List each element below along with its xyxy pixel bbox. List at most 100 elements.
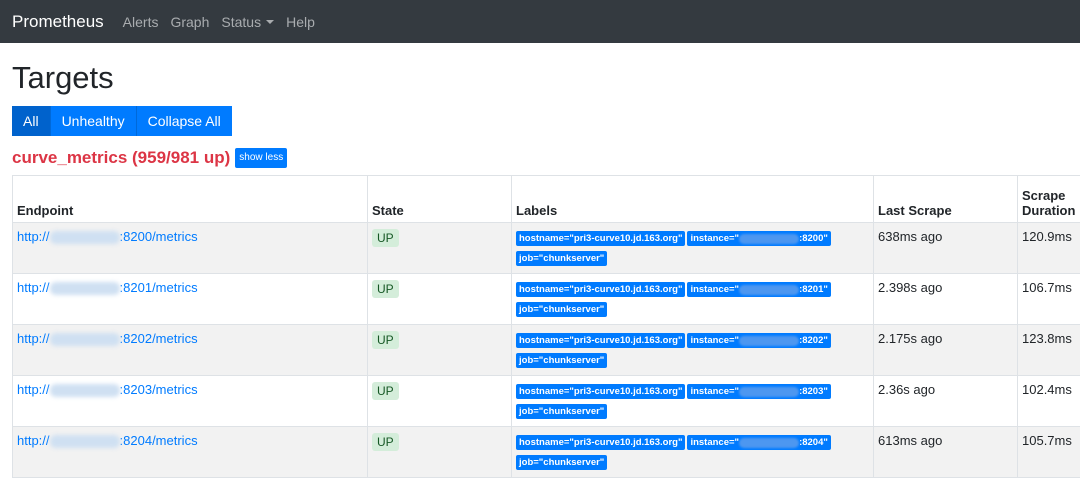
nav-status[interactable]: Status — [221, 14, 274, 30]
endpoint-link[interactable]: http:// :8200/metrics — [17, 229, 198, 244]
redacted-instance — [739, 387, 799, 397]
endpoint-prefix: http:// — [17, 331, 50, 346]
labels-cell: hostname="pri3-curve10.jd.163.org"instan… — [512, 274, 874, 325]
label-instance: instance=" :8200" — [687, 231, 830, 246]
table-header-row: Endpoint State Labels Last Scrape Scrape… — [13, 176, 1080, 223]
label-instance: instance=":8202" — [687, 333, 830, 348]
endpoint-cell: http://:8203/metrics — [13, 376, 368, 427]
last-scrape-cell: 2.398s ago — [874, 274, 1018, 325]
endpoint-link[interactable]: http://:8201/metrics — [17, 280, 198, 295]
header-scrape-duration: ScrapeDuration — [1018, 176, 1080, 223]
label-hostname: hostname="pri3-curve10.jd.163.org" — [516, 384, 685, 399]
redacted-instance — [739, 285, 799, 295]
duration-cell: 105.7ms — [1018, 427, 1080, 478]
show-less-button[interactable]: show less — [235, 148, 287, 168]
targets-table: Endpoint State Labels Last Scrape Scrape… — [12, 175, 1080, 478]
label-job: job="chunkserver" — [516, 353, 607, 368]
nav-alerts[interactable]: Alerts — [123, 14, 159, 30]
top-navbar: Prometheus Alerts Graph Status Help — [0, 0, 1080, 43]
labels-cell: hostname="pri3-curve10.jd.163.org"instan… — [512, 325, 874, 376]
duration-cell: 102.4ms — [1018, 376, 1080, 427]
table-row: http://:8203/metrics UP hostname="pri3-c… — [13, 376, 1080, 427]
header-state: State — [368, 176, 512, 223]
duration-cell: 123.8ms — [1018, 325, 1080, 376]
redacted-instance — [739, 234, 799, 244]
filter-unhealthy-button[interactable]: Unhealthy — [51, 106, 137, 136]
table-row: http://:8201/metrics UP hostname="pri3-c… — [13, 274, 1080, 325]
endpoint-cell: http:// :8202/metrics — [13, 325, 368, 376]
brand-logo[interactable]: Prometheus — [12, 12, 104, 32]
status-badge: UP — [372, 331, 399, 349]
label-instance-prefix: instance=" — [690, 335, 739, 346]
label-instance-suffix: :8203" — [799, 386, 828, 397]
label-instance-suffix: :8200" — [799, 233, 828, 244]
nav-help[interactable]: Help — [286, 14, 315, 30]
nav-graph[interactable]: Graph — [170, 14, 209, 30]
label-instance: instance=" :8203" — [687, 384, 830, 399]
label-instance: instance=" :8204" — [687, 435, 830, 450]
redacted-ip — [50, 384, 120, 397]
label-instance: instance=":8201" — [687, 282, 830, 297]
collapse-all-button[interactable]: Collapse All — [137, 106, 232, 136]
labels-cell: hostname="pri3-curve10.jd.163.org"instan… — [512, 376, 874, 427]
label-job: job="chunkserver" — [516, 404, 607, 419]
endpoint-link[interactable]: http://:8204/metrics — [17, 433, 198, 448]
duration-cell: 106.7ms — [1018, 274, 1080, 325]
label-instance-suffix: :8204" — [799, 437, 828, 448]
duration-cell: 120.9ms — [1018, 223, 1080, 274]
state-cell: UP — [368, 376, 512, 427]
redacted-ip — [50, 231, 120, 244]
last-scrape-cell: 638ms ago — [874, 223, 1018, 274]
endpoint-suffix: :8200/metrics — [120, 229, 198, 244]
label-instance-prefix: instance=" — [690, 437, 739, 448]
label-instance-prefix: instance=" — [690, 386, 739, 397]
header-scrape-duration-line1: Scrape — [1022, 188, 1065, 203]
page-title: Targets — [12, 59, 1068, 96]
redacted-instance — [739, 438, 799, 448]
endpoint-prefix: http:// — [17, 229, 50, 244]
header-labels: Labels — [512, 176, 874, 223]
state-cell: UP — [368, 223, 512, 274]
redacted-ip — [50, 435, 120, 448]
endpoint-cell: http:// :8200/metrics — [13, 223, 368, 274]
last-scrape-cell: 2.36s ago — [874, 376, 1018, 427]
job-title[interactable]: curve_metrics (959/981 up) — [12, 148, 230, 168]
endpoint-suffix: :8201/metrics — [120, 280, 198, 295]
status-badge: UP — [372, 229, 399, 247]
endpoint-link[interactable]: http:// :8202/metrics — [17, 331, 198, 346]
label-job: job="chunkserver" — [516, 455, 607, 470]
nav-status-label: Status — [221, 14, 261, 30]
label-hostname: hostname="pri3-curve10.jd.163.org" — [516, 231, 685, 246]
endpoint-prefix: http:// — [17, 382, 50, 397]
label-hostname: hostname="pri3-curve10.jd.163.org" — [516, 333, 685, 348]
job-header: curve_metrics (959/981 up) show less — [12, 148, 1068, 168]
main-content: Targets All Unhealthy Collapse All curve… — [0, 59, 1080, 478]
endpoint-link[interactable]: http://:8203/metrics — [17, 382, 198, 397]
state-cell: UP — [368, 427, 512, 478]
endpoint-suffix: :8202/metrics — [120, 331, 198, 346]
redacted-ip — [50, 333, 120, 346]
filter-all-button[interactable]: All — [12, 106, 51, 136]
label-instance-suffix: :8201" — [799, 284, 828, 295]
endpoint-suffix: :8204/metrics — [120, 433, 198, 448]
filter-button-group: All Unhealthy Collapse All — [12, 106, 232, 136]
chevron-down-icon — [266, 20, 274, 24]
label-job: job="chunkserver" — [516, 302, 607, 317]
header-scrape-duration-line2: Duration — [1022, 203, 1075, 218]
table-row: http:// :8200/metrics UP hostname="pri3-c… — [13, 223, 1080, 274]
label-instance-prefix: instance=" — [690, 233, 739, 244]
label-job: job="chunkserver" — [516, 251, 607, 266]
labels-cell: hostname="pri3-curve10.jd.163.org"instan… — [512, 223, 874, 274]
last-scrape-cell: 613ms ago — [874, 427, 1018, 478]
labels-cell: hostname="pri3-curve10.jd.163.org"instan… — [512, 427, 874, 478]
label-hostname: hostname="pri3-curve10.jd.163.org" — [516, 282, 685, 297]
redacted-instance — [739, 336, 799, 346]
header-last-scrape: Last Scrape — [874, 176, 1018, 223]
label-hostname: hostname="pri3-curve10.jd.163.org" — [516, 435, 685, 450]
status-badge: UP — [372, 382, 399, 400]
table-row: http://:8204/metrics UP hostname="pri3-c… — [13, 427, 1080, 478]
status-badge: UP — [372, 280, 399, 298]
table-row: http:// :8202/metrics UP hostname="pri3-c… — [13, 325, 1080, 376]
header-endpoint: Endpoint — [13, 176, 368, 223]
state-cell: UP — [368, 274, 512, 325]
